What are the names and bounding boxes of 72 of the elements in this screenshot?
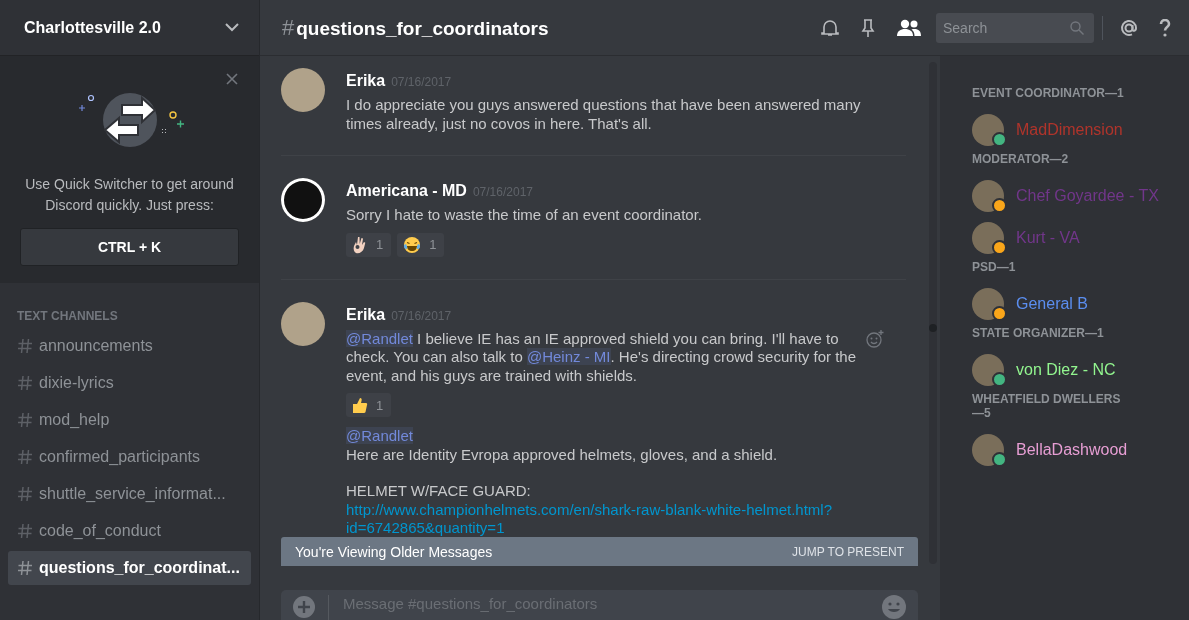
- reaction-chip[interactable]: 1: [397, 232, 445, 257]
- search-field[interactable]: Search: [936, 12, 1094, 43]
- server-name: Charlottesville 2.0: [24, 18, 161, 37]
- hash-icon: [17, 375, 33, 391]
- channel-item[interactable]: questions_for_coordinat...: [8, 551, 251, 585]
- avatar-placeholder: [972, 354, 1004, 386]
- hash-icon: [17, 523, 33, 539]
- hash-icon: [17, 338, 33, 354]
- avatar-photo-placeholder[interactable]: [281, 68, 325, 112]
- reaction-count: 1: [376, 397, 384, 413]
- scrollbar-track[interactable]: [929, 62, 937, 564]
- add-reaction-icon[interactable]: [866, 329, 884, 348]
- channel-item[interactable]: announcements: [8, 329, 251, 363]
- avatar-placeholder: [972, 434, 1004, 466]
- reaction-chip[interactable]: 1: [346, 232, 392, 257]
- search-icon: [1070, 20, 1084, 35]
- category-label: TEXT CHANNELS: [16, 309, 119, 323]
- channel-title: questions_for_coordinators: [296, 17, 549, 40]
- avatar-logo[interactable]: [281, 178, 325, 222]
- author-name[interactable]: Americana - MD: [346, 182, 467, 200]
- user-mention[interactable]: @Randlet: [346, 427, 413, 444]
- role-heading: STATE ORGANIZER—1: [972, 326, 1105, 340]
- message-text: Here are Identity Evropa approved helmets, gloves, and a shield.: [346, 445, 779, 464]
- user-mention[interactable]: @Randlet: [346, 329, 413, 347]
- message-text: @Randlet I believe IE has an IE approved shield you can bring. I'll have to check. You can also talk to @Heinz - MI. He's directing crowd security for the event, and his guys are trained with shields.: [346, 329, 857, 385]
- banner-text: You're Viewing Older Messages: [295, 543, 493, 560]
- shortcut-key: CTRL + K: [20, 228, 239, 266]
- author-name[interactable]: Erika: [346, 305, 386, 324]
- role-heading: PSD—1: [972, 260, 1017, 274]
- author-name[interactable]: Erika: [346, 72, 386, 90]
- hash-icon: [17, 412, 33, 428]
- thumbs-up-icon: [352, 396, 368, 414]
- link[interactable]: http://www.championhelmets.com/en/shark-raw-blank-white-helmet.html?id=6742865&quantity=1: [346, 500, 870, 538]
- laughing-face-icon: [403, 235, 422, 254]
- ok-hand-icon: [352, 235, 368, 254]
- reaction-count: 1: [376, 237, 384, 252]
- scrollbar-thumb[interactable]: [929, 324, 937, 332]
- hash-icon: [17, 560, 33, 576]
- avatar-placeholder: [972, 114, 1004, 146]
- message-text: Sorry I hate to waste the time of an event coordinator.: [346, 206, 704, 225]
- reaction-chip[interactable]: 1: [346, 393, 392, 417]
- channel-hash: #: [282, 14, 295, 41]
- message-text: I do appreciate you guys answered questions that have been answered many times already, just no covos in here. That's all.: [346, 96, 862, 133]
- avatar-placeholder: [972, 222, 1004, 254]
- pin-icon[interactable]: [860, 17, 876, 38]
- jump-to-present-button[interactable]: JUMP TO PRESENT: [791, 544, 904, 559]
- hash-icon: [17, 486, 33, 502]
- user-mention[interactable]: @Heinz - MI: [526, 348, 611, 365]
- channel-item[interactable]: dixie-lyrics: [8, 366, 251, 400]
- members-icon[interactable]: [896, 18, 922, 37]
- avatar-placeholder: [972, 288, 1004, 320]
- chevron-down-icon[interactable]: [225, 23, 239, 32]
- channel-item[interactable]: shuttle_service_informat...: [8, 477, 251, 511]
- channel-item[interactable]: mod_help: [8, 403, 251, 437]
- mention-icon[interactable]: [1119, 17, 1139, 38]
- channel-item[interactable]: confirmed_participants: [8, 440, 251, 474]
- help-icon[interactable]: [1159, 18, 1171, 37]
- close-icon[interactable]: [226, 73, 238, 85]
- channel-item[interactable]: code_of_conduct: [8, 514, 251, 548]
- message-text: HELMET W/FACE GUARD:: [346, 482, 532, 501]
- member-name[interactable]: BellaDashwood: [1016, 441, 1128, 459]
- role-heading: EVENT COORDINATOR—1: [972, 86, 1125, 100]
- quick-switcher-hint: Use Quick Switcher to get around Discord quickly. Just press:: [24, 175, 235, 215]
- reaction-count: 1: [429, 237, 437, 252]
- avatar-photo-placeholder[interactable]: [281, 301, 325, 346]
- role-heading: WHEATFIELD DWELLERS—5: [972, 392, 1122, 420]
- avatar-placeholder: [972, 180, 1004, 212]
- role-heading: MODERATOR—2: [972, 152, 1070, 166]
- bell-icon[interactable]: [820, 17, 840, 38]
- hash-icon: [17, 449, 33, 465]
- member-name[interactable]: General B: [1016, 295, 1089, 313]
- member-name[interactable]: von Diez - NC: [1016, 361, 1116, 379]
